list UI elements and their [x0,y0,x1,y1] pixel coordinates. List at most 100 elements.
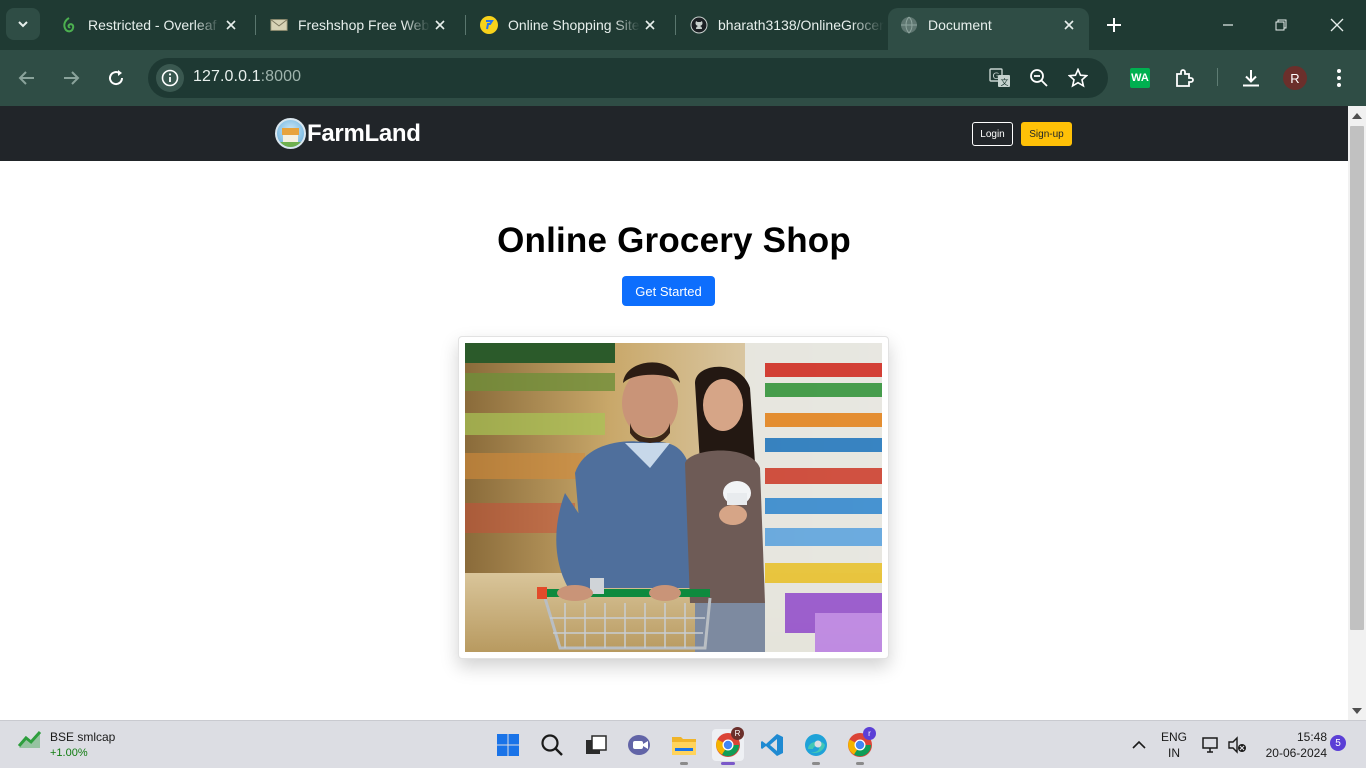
more-vertical-icon [1337,69,1341,87]
tab-online-shopping[interactable]: Online Shopping Site [468,8,670,42]
chrome-button[interactable]: R [712,727,744,765]
get-started-button[interactable]: Get Started [622,276,715,306]
avatar: R [1283,66,1307,90]
scroll-down-icon[interactable] [1352,708,1362,714]
active-indicator [721,762,735,765]
tab-separator [465,15,466,35]
tab-separator [675,15,676,35]
search-icon [541,734,563,756]
farm-logo-icon [275,118,306,149]
edge-button[interactable] [800,729,832,765]
tab-strip: Restricted - Overleaf Freshshop Free Web… [0,0,1366,50]
task-view-button[interactable] [580,729,612,761]
tab-title: Document [928,17,992,33]
back-button[interactable] [13,64,41,92]
restore-icon [1275,19,1287,31]
language-code: ENG [1160,730,1187,744]
whatsapp-extension-button[interactable]: WA [1126,64,1154,92]
globe-icon [900,16,918,34]
clock[interactable]: 15:48 20-06-2024 [1255,729,1327,761]
url-host: 127.0.0.1 [193,68,261,85]
envelope-icon [270,16,288,34]
flipkart-icon [480,16,498,34]
clock-time: 15:48 [1296,730,1327,744]
scroll-up-icon[interactable] [1352,113,1362,119]
taskbar-search-button[interactable] [536,729,568,761]
profile-button[interactable]: R [1281,64,1309,92]
speaker-muted-icon [1228,736,1246,754]
show-hidden-icons-button[interactable] [1130,736,1148,754]
new-tab-button[interactable] [1102,13,1126,37]
teams-button[interactable] [624,729,656,761]
reload-button[interactable] [102,64,130,92]
tab-document[interactable]: Document [888,8,1089,50]
minimize-icon [1223,24,1233,26]
zoom-button[interactable] [1027,66,1051,90]
zoom-out-icon [1030,69,1048,87]
minimize-button[interactable] [1215,12,1241,38]
vscode-icon [761,734,783,756]
page-scrollbar[interactable] [1348,106,1366,720]
tab-separator [255,15,256,35]
overleaf-icon [60,16,78,34]
brand-name: FarmLand [307,119,421,147]
toolbar-divider [1217,68,1218,86]
close-icon[interactable] [430,15,450,35]
clock-date: 20-06-2024 [1265,746,1327,760]
tab-github[interactable]: bharath3138/OnlineGrocery [678,8,884,42]
bookmark-button[interactable] [1066,66,1090,90]
notification-badge[interactable]: 5 [1330,735,1346,751]
widget-title: BSE smlcap [50,730,116,744]
tab-freshshop[interactable]: Freshshop Free Website [258,8,460,42]
downloads-button[interactable] [1237,64,1265,92]
extensions-button[interactable] [1171,64,1199,92]
star-icon [1068,68,1088,88]
chrome-profile-badge: R [731,727,744,740]
reload-icon [109,70,124,86]
puzzle-icon [1176,69,1194,87]
site-navbar: FarmLand Login Sign-up [0,106,1348,161]
browser-toolbar: 127.0.0.1:8000 G文 WA R [0,50,1366,106]
close-icon[interactable] [221,15,241,35]
start-button[interactable] [492,729,524,761]
file-explorer-button[interactable] [668,729,700,765]
chevron-up-icon [1132,740,1146,749]
task-view-icon [586,735,607,754]
stock-widget[interactable]: BSE smlcap +1.00% [18,729,115,761]
signup-button[interactable]: Sign-up [1021,122,1072,146]
arrow-right-icon [64,71,80,85]
forward-button[interactable] [57,64,85,92]
translate-button[interactable]: G文 [988,66,1012,90]
tab-search-button[interactable] [6,8,40,40]
scrollbar-thumb[interactable] [1350,126,1364,630]
svg-text:文: 文 [1001,77,1009,87]
url-text[interactable]: 127.0.0.1:8000 [193,68,301,86]
tab-title: bharath3138/OnlineGrocery [718,17,884,33]
arrow-left-icon [18,71,34,85]
page-viewport: FarmLand Login Sign-up Online Grocery Sh… [0,106,1348,720]
windows-taskbar: BSE smlcap +1.00% R r ENG IN 15:48 20-06… [0,720,1366,768]
site-info-button[interactable] [156,64,184,92]
network-status[interactable] [1201,735,1221,755]
teams-icon [628,735,650,755]
restore-button[interactable] [1268,12,1294,38]
monitor-icon [1202,737,1218,753]
login-button[interactable]: Login [972,122,1013,146]
volume-status[interactable] [1227,735,1247,755]
close-icon[interactable] [1059,15,1079,35]
tab-title: Restricted - Overleaf [88,17,217,33]
address-bar[interactable]: 127.0.0.1:8000 G文 [148,58,1108,98]
close-icon[interactable] [640,15,660,35]
grocery-shopping-photo [465,343,882,652]
close-icon [1330,18,1344,32]
chrome-profile-button[interactable]: r [844,727,876,765]
stock-trend-icon [18,730,42,748]
vscode-button[interactable] [756,729,788,761]
widget-value: +1.00% [50,747,88,759]
plus-icon [1107,18,1121,32]
menu-button[interactable] [1325,64,1353,92]
close-window-button[interactable] [1324,12,1350,38]
tab-overleaf[interactable]: Restricted - Overleaf [48,8,251,42]
language-indicator[interactable]: ENG IN [1159,729,1189,761]
brand-link[interactable]: FarmLand [275,118,421,149]
